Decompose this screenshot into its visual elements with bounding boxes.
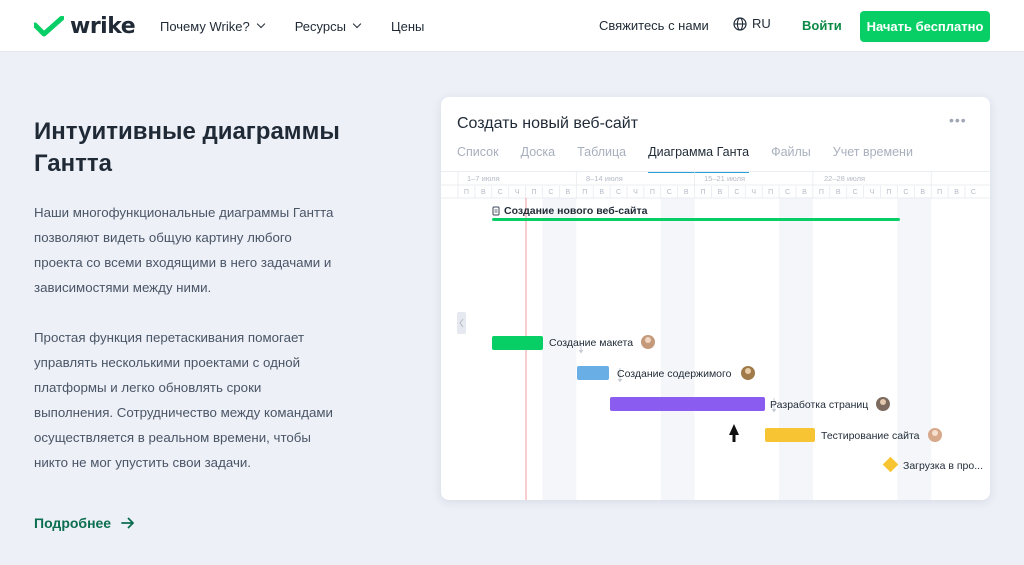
- day-letter: Ч: [870, 189, 875, 196]
- contact-link[interactable]: Свяжитесь с нами: [599, 18, 709, 33]
- day-letter: Ч: [515, 189, 520, 196]
- task-row[interactable]: Разработка страниц: [610, 397, 890, 411]
- task-label: Разработка страниц: [770, 399, 868, 411]
- chevron-down-icon: [352, 19, 362, 29]
- day-letter: П: [464, 189, 469, 196]
- day-letter: С: [498, 189, 503, 196]
- language-label: RU: [752, 16, 771, 31]
- day-letter: П: [768, 189, 773, 196]
- project-label: Создание нового веб-сайта: [504, 205, 648, 217]
- collapse-handle[interactable]: [457, 312, 466, 334]
- task-label: Тестирование сайта: [821, 430, 920, 442]
- task-bar-content[interactable]: [577, 366, 609, 380]
- day-letter: П: [532, 189, 537, 196]
- weekend-column: [796, 198, 813, 500]
- task-bar-testing[interactable]: [765, 428, 815, 442]
- wrike-check-icon: [34, 15, 64, 36]
- day-letter: С: [548, 189, 553, 196]
- main-nav: Почему Wrike? Ресурсы Цены: [160, 0, 424, 52]
- day-letter: В: [566, 189, 571, 196]
- gantt-card: Создать новый веб-сайт ••• Список Доска …: [441, 97, 990, 500]
- task-row[interactable]: Создание содержимого: [577, 366, 755, 380]
- login-link[interactable]: Войти: [802, 18, 842, 33]
- project-row[interactable]: Создание нового веб-сайта: [492, 205, 900, 221]
- nav-pricing-label: Цены: [390, 18, 425, 34]
- weekend-column: [897, 198, 915, 500]
- day-letter: С: [667, 189, 672, 196]
- card-title: Создать новый веб-сайт: [457, 115, 639, 132]
- day-letter: П: [701, 189, 706, 196]
- weekend-column: [914, 198, 932, 500]
- hero-paragraph-2: Простая функция перетаскивания помогает …: [34, 330, 333, 470]
- document-icon: [492, 206, 500, 216]
- day-letter: С: [971, 189, 976, 196]
- day-letter: В: [718, 189, 723, 196]
- wrike-logo[interactable]: wrike: [34, 14, 136, 39]
- day-letter: С: [853, 189, 858, 196]
- day-letter: С: [616, 189, 621, 196]
- site-header: wrike Почему Wrike? Ресурсы Цены Свяжите…: [0, 0, 1024, 52]
- weekend-column: [660, 198, 678, 500]
- tab-gantt[interactable]: Диаграмма Ганта: [648, 145, 749, 173]
- day-letter: С: [734, 189, 739, 196]
- weekend-column: [779, 198, 796, 500]
- milestone-diamond[interactable]: [882, 456, 899, 473]
- tab-board[interactable]: Доска: [521, 145, 556, 171]
- week-label: 8–14 июля: [586, 174, 623, 183]
- tab-files[interactable]: Файлы: [771, 145, 811, 171]
- nav-why-wrike-label: Почему Wrike?: [160, 18, 250, 34]
- hero-paragraph-1: Наши многофункциональные диаграммы Гантт…: [34, 205, 334, 295]
- task-label: Создание содержимого: [617, 368, 732, 380]
- task-bar-pages[interactable]: [610, 397, 765, 411]
- nav-why-wrike[interactable]: Почему Wrike?: [160, 18, 265, 34]
- day-letter: С: [903, 189, 908, 196]
- cursor-icon: [729, 424, 739, 442]
- day-letter: В: [920, 189, 925, 196]
- day-letter: П: [582, 189, 587, 196]
- day-letter: П: [937, 189, 942, 196]
- nav-pricing[interactable]: Цены: [391, 19, 424, 34]
- milestone-label: Загрузка в про...: [903, 460, 983, 472]
- start-free-button[interactable]: Начать бесплатно: [860, 11, 990, 42]
- task-label: Создание макета: [549, 337, 633, 349]
- day-letter: П: [650, 189, 655, 196]
- task-row[interactable]: Тестирование сайта: [765, 428, 942, 442]
- nav-resources-label: Ресурсы: [294, 18, 346, 34]
- nav-resources[interactable]: Ресурсы: [294, 18, 362, 34]
- arrow-right-icon: [121, 517, 135, 529]
- tab-table[interactable]: Таблица: [577, 145, 626, 171]
- day-letter: П: [886, 189, 891, 196]
- learn-more-link[interactable]: Подробнее: [34, 515, 135, 531]
- day-letter: С: [785, 189, 790, 196]
- logo-text: wrike: [70, 14, 136, 39]
- day-letter: В: [802, 189, 807, 196]
- view-tabs: Список Доска Таблица Диаграмма Ганта Фай…: [457, 145, 913, 173]
- day-letter: Ч: [751, 189, 756, 196]
- weekend-column: [559, 198, 577, 500]
- tab-list[interactable]: Список: [457, 145, 499, 171]
- task-row[interactable]: Создание макета: [492, 335, 655, 350]
- language-selector[interactable]: RU: [733, 16, 771, 31]
- day-letter: П: [819, 189, 824, 196]
- project-bar[interactable]: [492, 218, 900, 221]
- learn-more-label: Подробнее: [34, 515, 112, 531]
- day-letter: В: [684, 189, 689, 196]
- day-letter: Ч: [633, 189, 638, 196]
- task-bar-mockup[interactable]: [492, 336, 543, 350]
- weekend-column: [542, 198, 560, 500]
- day-letter: В: [599, 189, 604, 196]
- day-letter: В: [954, 189, 959, 196]
- more-dots-icon[interactable]: •••: [949, 112, 967, 128]
- week-label: 22–28 июля: [824, 174, 865, 183]
- week-label: 15–21 июля: [704, 174, 745, 183]
- weekend-column: [677, 198, 695, 500]
- hero-title: Интуитивные диаграммы Гантта: [34, 118, 340, 177]
- tab-time-tracking[interactable]: Учет времени: [833, 145, 913, 171]
- day-letter: В: [481, 189, 486, 196]
- chevron-down-icon: [256, 19, 265, 29]
- globe-icon: [733, 16, 747, 31]
- week-label: 1–7 июля: [467, 174, 500, 183]
- day-letter: В: [836, 189, 841, 196]
- gantt-chart: П В С Ч П С В П В С Ч П С В П В С Ч П С В П В С Ч П С В П В С 1–7 июля…: [441, 172, 990, 500]
